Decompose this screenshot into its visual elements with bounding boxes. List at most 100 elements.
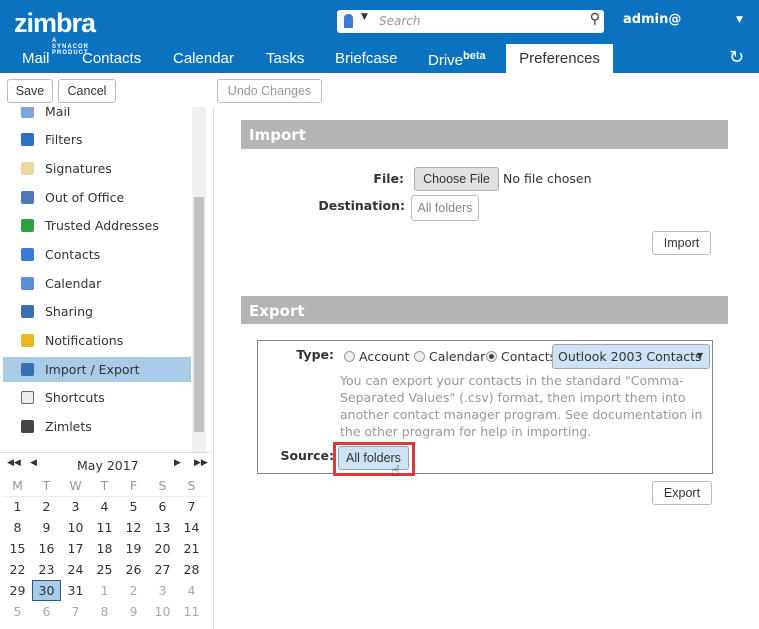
calendar-day[interactable]: 8	[90, 601, 119, 622]
type-calendar-radio[interactable]: Calendar	[414, 349, 485, 364]
sidebar-item-notifications[interactable]: Notifications	[3, 328, 191, 353]
sidebar-item-shortcuts[interactable]: Shortcuts	[3, 385, 191, 410]
calendar-day[interactable]: 6	[148, 496, 177, 517]
filter-icon	[21, 133, 34, 146]
calendar-day[interactable]: 20	[148, 538, 177, 559]
calendar-day[interactable]: 10	[148, 601, 177, 622]
calendar-day[interactable]: 19	[119, 538, 148, 559]
save-button[interactable]: Save	[7, 79, 53, 103]
calendar-day[interactable]: 8	[3, 517, 32, 538]
sidebar-item-signatures[interactable]: Signatures	[3, 156, 191, 181]
calendar-day[interactable]: 13	[148, 517, 177, 538]
calendar-day[interactable]: 12	[119, 517, 148, 538]
user-menu[interactable]: admin@	[623, 12, 681, 27]
weekday-header: S	[158, 477, 167, 493]
sidebar-item-trusted-addresses[interactable]: Trusted Addresses	[3, 213, 191, 238]
sidebar-scrollbar[interactable]	[192, 107, 206, 452]
calendar-day[interactable]: 28	[177, 559, 206, 580]
calendar-day[interactable]: 5	[119, 496, 148, 517]
type-account-radio[interactable]: Account	[344, 349, 409, 364]
tab-preferences[interactable]: Preferences	[506, 44, 613, 73]
calendar-day[interactable]: 16	[32, 538, 61, 559]
sidebar-item-out-of-office[interactable]: Out of Office	[3, 185, 191, 210]
sidebar-item-import-export[interactable]: Import / Export	[3, 357, 191, 382]
prev-month-icon[interactable]: ◀	[30, 458, 37, 468]
calendar-day[interactable]: 11	[177, 601, 206, 622]
sidebar-item-mail[interactable]: Mail	[3, 107, 191, 124]
tab-mail[interactable]: Mail	[22, 44, 50, 73]
type-label: Type:	[296, 347, 334, 362]
tab-briefcase[interactable]: Briefcase	[335, 44, 398, 73]
tab-contacts[interactable]: Contacts	[82, 44, 141, 73]
format-dropdown[interactable]: Outlook 2003 Contacts ▼	[552, 344, 710, 369]
sidebar-item-filters[interactable]: Filters	[3, 127, 191, 152]
user-menu-chevron-icon[interactable]: ▼	[736, 15, 743, 25]
search-icon[interactable]: ⚲	[590, 11, 600, 27]
calendar-day[interactable]: 30	[32, 580, 61, 601]
search-input[interactable]: ▼ Search ⚲	[337, 10, 604, 33]
calendar-day[interactable]: 14	[177, 517, 206, 538]
mini-calendar: ◀◀ ◀ May 2017 ▶ ▶▶ MTWTFSS 1 2 3 4 5 6 7 8 9 10 11…	[2, 457, 208, 622]
calendar-day[interactable]: 1	[90, 580, 119, 601]
zimlet-icon	[21, 420, 34, 433]
calendar-day[interactable]: 27	[148, 559, 177, 580]
calendar-day[interactable]: 22	[3, 559, 32, 580]
scrollbar-thumb[interactable]	[194, 197, 204, 432]
calendar-day[interactable]: 6	[32, 601, 61, 622]
calendar-day[interactable]: 15	[3, 538, 32, 559]
import-button[interactable]: Import	[652, 231, 711, 255]
undo-changes-button[interactable]: Undo Changes	[217, 79, 322, 103]
sidebar-item-contacts[interactable]: Contacts	[3, 242, 191, 267]
calendar-day[interactable]: 2	[32, 496, 61, 517]
calendar-day[interactable]: 21	[177, 538, 206, 559]
calendar-day[interactable]: 3	[148, 580, 177, 601]
calendar-day[interactable]: 9	[119, 601, 148, 622]
chevron-down-icon[interactable]: ▼	[361, 12, 368, 22]
zimbra-logo[interactable]: zimbra A SYNACOR PRODUCT	[14, 8, 96, 56]
calendar-day[interactable]: 5	[3, 601, 32, 622]
cancel-button[interactable]: Cancel	[58, 79, 116, 103]
calendar-day[interactable]: 1	[3, 496, 32, 517]
calendar-title[interactable]: May 2017	[77, 458, 139, 473]
calendar-day[interactable]: 26	[119, 559, 148, 580]
calendar-day[interactable]: 24	[61, 559, 90, 580]
sidebar-item-zimlets[interactable]: Zimlets	[3, 414, 191, 439]
contact-search-icon[interactable]	[344, 14, 353, 28]
export-button[interactable]: Export	[652, 481, 712, 505]
prev-year-icon[interactable]: ◀◀	[7, 458, 21, 468]
calendar-day[interactable]: 29	[3, 580, 32, 601]
next-month-icon[interactable]: ▶	[174, 458, 181, 468]
type-contacts-radio[interactable]: Contacts	[486, 349, 556, 364]
calendar-day[interactable]: 10	[61, 517, 90, 538]
calendar-day[interactable]: 25	[90, 559, 119, 580]
calendar-day[interactable]: 3	[61, 496, 90, 517]
calendar-day[interactable]: 4	[90, 496, 119, 517]
file-status: No file chosen	[503, 171, 592, 186]
calendar-day[interactable]: 7	[61, 601, 90, 622]
refresh-icon[interactable]: ↻	[729, 47, 744, 68]
calendar-day[interactable]: 23	[32, 559, 61, 580]
calendar-day[interactable]: 31	[61, 580, 90, 601]
calendar-day[interactable]: 17	[61, 538, 90, 559]
calendar-day[interactable]: 9	[32, 517, 61, 538]
calendar-day[interactable]: 11	[90, 517, 119, 538]
tab-tasks[interactable]: Tasks	[266, 44, 304, 73]
tab-drive[interactable]: Drivebeta	[428, 44, 486, 73]
pane-splitter[interactable]	[213, 107, 214, 629]
destination-folder-button[interactable]: All folders	[411, 195, 479, 221]
sidebar-item-calendar[interactable]: Calendar	[3, 271, 191, 296]
calendar-day[interactable]: 7	[177, 496, 206, 517]
next-year-icon[interactable]: ▶▶	[194, 458, 208, 468]
export-description: You can export your contacts in the stan…	[340, 373, 703, 439]
mail-icon	[21, 107, 34, 118]
calendar-day[interactable]: 18	[90, 538, 119, 559]
tab-calendar[interactable]: Calendar	[173, 44, 234, 73]
import-section-header: Import	[241, 120, 728, 149]
sidebar-item-sharing[interactable]: Sharing	[3, 299, 191, 324]
choose-file-button[interactable]: Choose File	[414, 167, 499, 191]
calendar-day[interactable]: 4	[177, 580, 206, 601]
shield-icon	[21, 219, 34, 232]
destination-label: Destination:	[318, 198, 405, 213]
source-label: Source:	[280, 448, 334, 463]
calendar-day[interactable]: 2	[119, 580, 148, 601]
